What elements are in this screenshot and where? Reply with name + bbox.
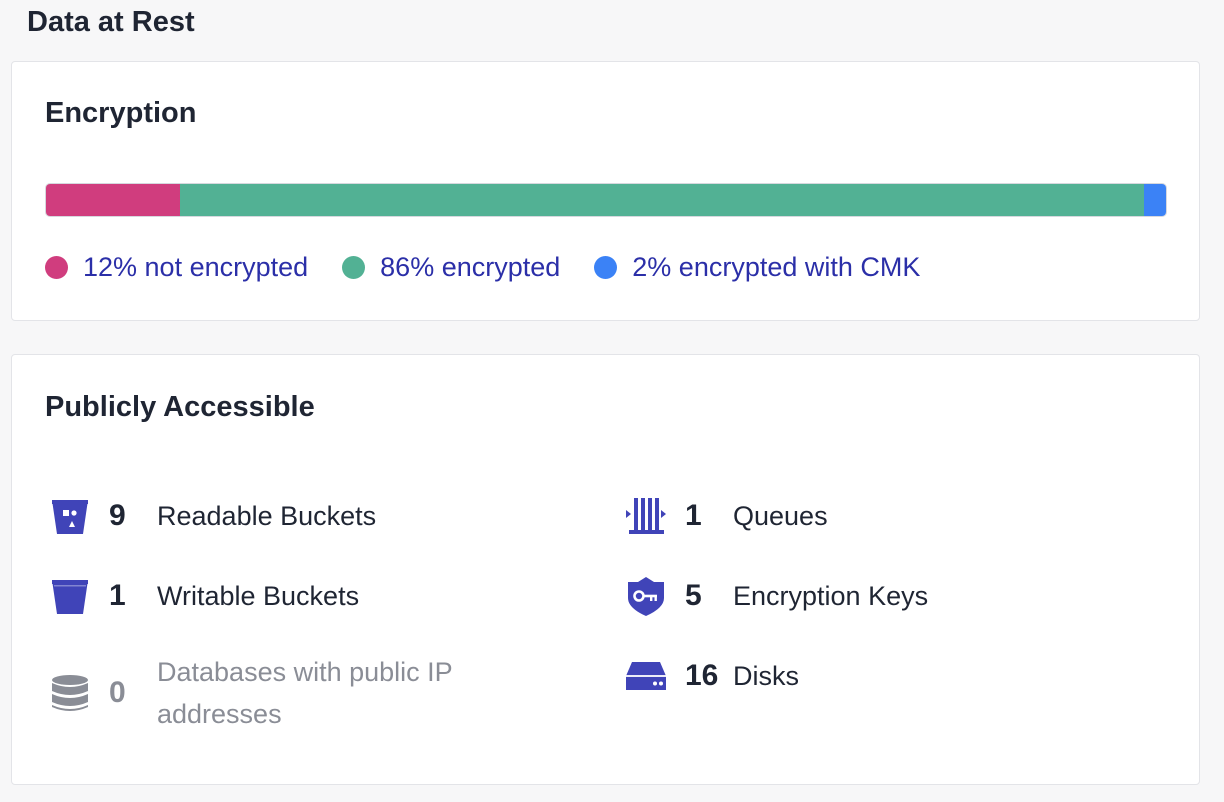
stat-label: Writable Buckets [157, 581, 360, 611]
key-shield-icon [623, 573, 669, 619]
stat-encryption-keys[interactable]: 5 Encryption Keys [623, 573, 928, 619]
public-access-card: Publicly Accessible 9 Readable Buckets 1… [11, 354, 1200, 785]
stat-label: Encryption Keys [733, 581, 929, 611]
legend-label: 12% not encrypted [83, 252, 309, 282]
stat-label: Databases with public IP addresses [157, 657, 453, 729]
stat-count: 1 [109, 579, 126, 612]
stat-count: 16 [685, 659, 719, 692]
stat-count: 5 [685, 579, 702, 612]
stat-count: 1 [685, 499, 702, 532]
stat-count: 9 [109, 499, 126, 532]
stat-readable-buckets[interactable]: 9 Readable Buckets [47, 493, 376, 539]
legend-dot [342, 256, 366, 279]
legend-dot [594, 256, 618, 279]
stat-writable-buckets[interactable]: 1 Writable Buckets [47, 573, 359, 619]
public-access-title: Publicly Accessible [45, 391, 315, 423]
encryption-bar [45, 183, 1167, 217]
legend-label: 86% encrypted [380, 252, 561, 282]
database-icon [47, 670, 93, 716]
encryption-title: Encryption [45, 97, 197, 129]
stat-label: Readable Buckets [157, 501, 377, 531]
bar-segment-not-encrypted[interactable] [46, 184, 181, 216]
disk-icon [623, 653, 669, 699]
bar-segment-encrypted[interactable] [180, 184, 1144, 216]
legend-item-encrypted[interactable]: 86% encrypted [342, 252, 560, 283]
bar-segment-encrypted-cmk[interactable] [1143, 184, 1166, 216]
bucket-readable-icon [47, 493, 93, 539]
legend-dot [45, 256, 68, 279]
legend-item-not-encrypted[interactable]: 12% not encrypted [45, 252, 308, 283]
stat-label: Disks [733, 661, 799, 691]
queue-icon [623, 493, 669, 539]
bucket-icon [47, 573, 93, 619]
legend-label: 2% encrypted with CMK [632, 252, 921, 282]
stat-public-databases[interactable]: 0 Databases with public IP addresses [47, 651, 497, 735]
stat-label: Queues [733, 501, 828, 531]
encryption-card: Encryption 12% not encrypted 86% encrypt… [11, 61, 1200, 321]
stat-disks[interactable]: 16 Disks [623, 653, 799, 699]
section-title: Data at Rest [27, 6, 195, 38]
legend-item-encrypted-cmk[interactable]: 2% encrypted with CMK [594, 252, 920, 283]
stat-queues[interactable]: 1 Queues [623, 493, 828, 539]
encryption-legend: 12% not encrypted 86% encrypted 2% encry… [45, 252, 954, 283]
stat-count: 0 [109, 676, 126, 709]
